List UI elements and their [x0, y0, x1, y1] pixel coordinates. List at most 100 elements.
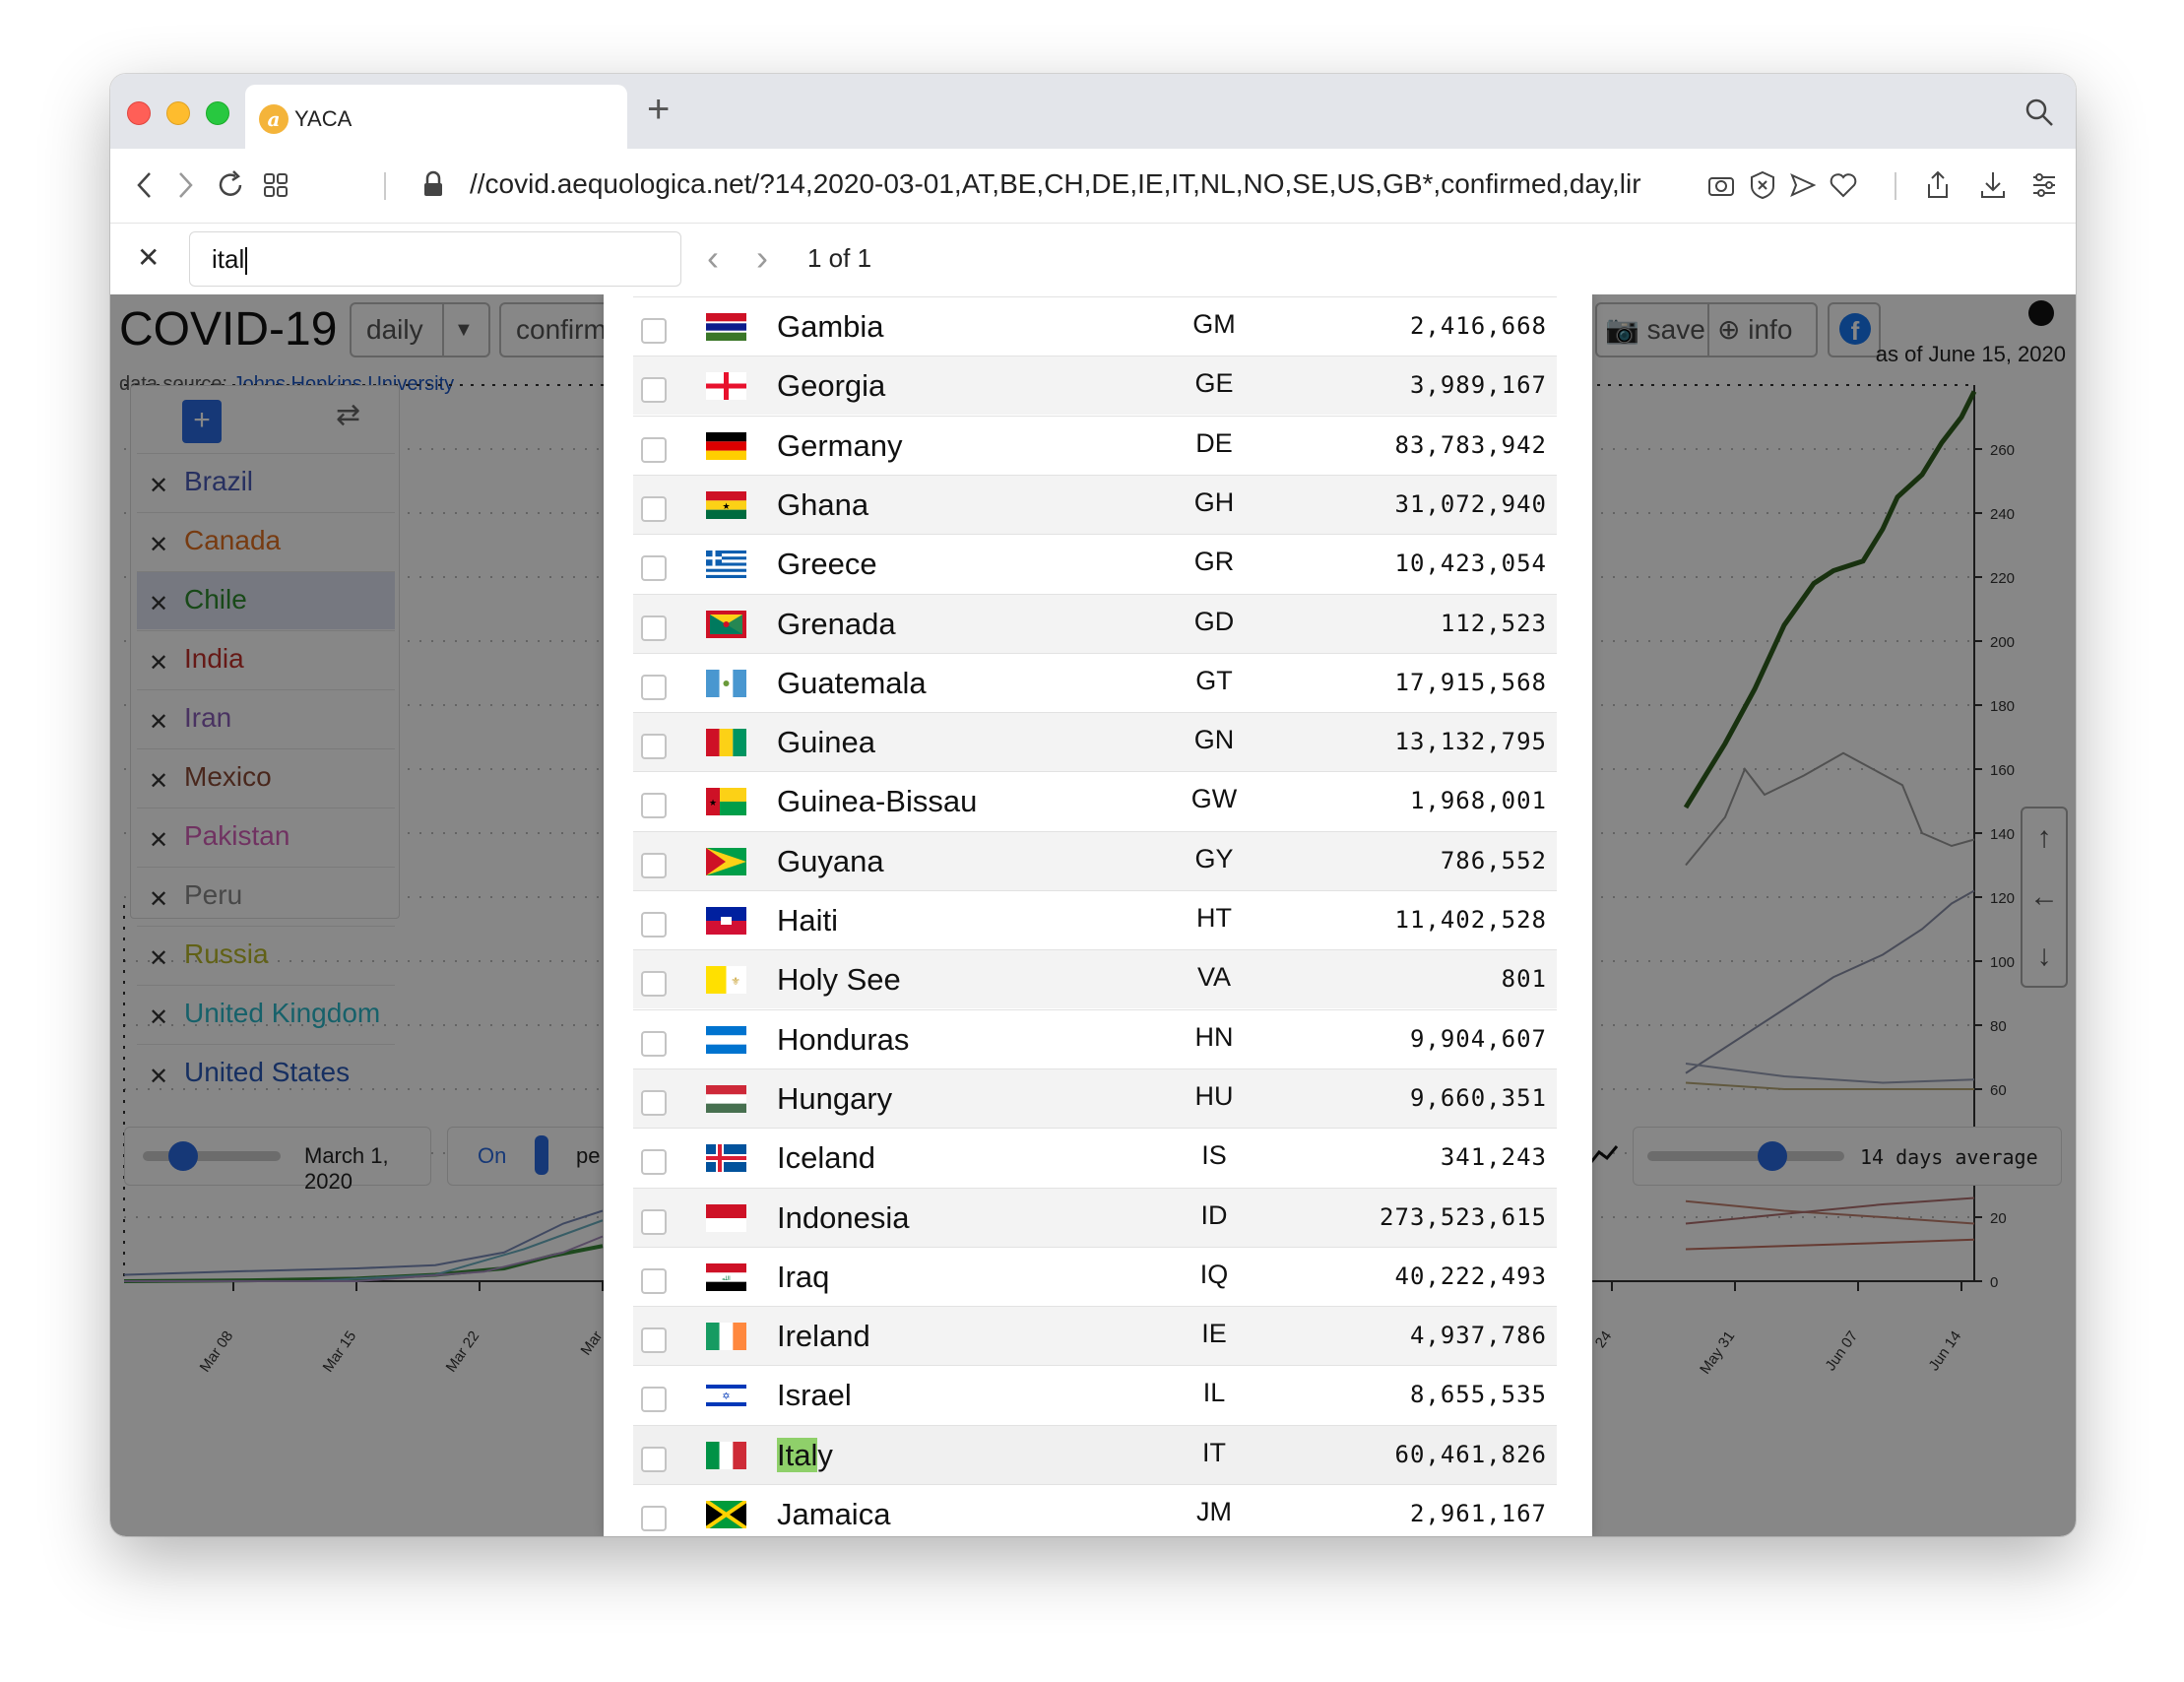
country-population: 8,655,535: [1409, 1381, 1547, 1409]
speed-dial-icon[interactable]: [258, 167, 293, 203]
share-icon[interactable]: [1920, 167, 1956, 203]
zoom-window-button[interactable]: [206, 101, 229, 125]
find-query: ital: [212, 244, 245, 274]
country-option-row[interactable]: Gambia GM 2,416,668: [633, 296, 1557, 356]
country-option-row[interactable]: Iceland IS 341,243: [633, 1128, 1557, 1187]
country-code: HN: [1194, 1021, 1234, 1052]
country-option-row[interactable]: Guyana GY 786,552: [633, 830, 1557, 890]
svg-text:⚜: ⚜: [731, 976, 740, 988]
country-checkbox[interactable]: [641, 674, 667, 700]
country-option-row[interactable]: Germany DE 83,783,942: [633, 415, 1557, 475]
search-tabs-icon[interactable]: [2024, 97, 2054, 127]
country-population: 10,423,054: [1394, 550, 1547, 578]
country-checkbox[interactable]: [641, 793, 667, 819]
lock-icon[interactable]: [416, 167, 451, 203]
country-population: 60,461,826: [1394, 1440, 1547, 1468]
new-tab-button[interactable]: +: [647, 88, 670, 132]
country-checkbox[interactable]: [641, 318, 667, 344]
country-population: 2,416,668: [1409, 312, 1547, 340]
country-population: 11,402,528: [1394, 906, 1547, 934]
country-option-row[interactable]: الله Iraq IQ 40,222,493: [633, 1246, 1557, 1306]
find-input[interactable]: ital: [189, 231, 681, 287]
forward-icon[interactable]: [167, 167, 203, 203]
flag-iq-icon: الله: [706, 1262, 746, 1292]
address-bar: //covid.aequologica.net/?14,2020-03-01,A…: [110, 149, 2076, 224]
country-population: 786,552: [1440, 846, 1547, 874]
page-content: COVID-19 daily ▼ confirm 📷 save ⊕ info f…: [110, 294, 2076, 1536]
country-option-row[interactable]: Haiti HT 11,402,528: [633, 890, 1557, 949]
svg-text:✡: ✡: [722, 1391, 730, 1402]
back-icon[interactable]: [128, 167, 163, 203]
svg-text:★: ★: [709, 798, 717, 808]
download-icon[interactable]: [1975, 167, 2011, 203]
flag-gn-icon: [706, 729, 747, 757]
country-population: 4,937,786: [1409, 1322, 1547, 1350]
send-icon[interactable]: [1784, 167, 1820, 203]
country-code: IE: [1201, 1319, 1227, 1349]
country-name: Israel: [777, 1378, 852, 1413]
country-checkbox[interactable]: [641, 1506, 667, 1531]
camera-icon[interactable]: [1703, 167, 1739, 203]
country-population: 341,243: [1440, 1143, 1547, 1172]
country-option-row[interactable]: Jamaica JM 2,961,167: [633, 1484, 1557, 1536]
country-option-row[interactable]: ★ Guinea-Bissau GW 1,968,001: [633, 771, 1557, 830]
country-checkbox[interactable]: [641, 912, 667, 938]
country-checkbox[interactable]: [641, 852, 667, 878]
ad-blocker-icon[interactable]: [1745, 167, 1780, 203]
active-tab[interactable]: a YACA: [245, 85, 627, 149]
minimize-window-button[interactable]: [166, 101, 190, 125]
country-option-row[interactable]: Guatemala GT 17,915,568: [633, 652, 1557, 712]
flag-ge-icon: [706, 372, 746, 401]
country-code: VA: [1196, 962, 1231, 993]
flag-gm-icon: [706, 313, 746, 342]
country-code: IL: [1202, 1378, 1226, 1408]
flag-it-icon: [706, 1441, 747, 1469]
country-option-row[interactable]: Honduras HN 9,904,607: [633, 1008, 1557, 1068]
country-option-row[interactable]: ★ Ghana GH 31,072,940: [633, 474, 1557, 534]
country-option-row[interactable]: ✡ Israel IL 8,655,535: [633, 1365, 1557, 1424]
country-checkbox[interactable]: [641, 1089, 667, 1116]
country-name: Guatemala: [777, 665, 927, 700]
close-find-icon[interactable]: ✕: [137, 241, 160, 274]
find-previous-icon[interactable]: ‹: [707, 237, 719, 279]
country-option-row[interactable]: Georgia GE 3,989,167: [633, 356, 1557, 416]
country-checkbox[interactable]: [641, 615, 667, 641]
country-checkbox[interactable]: [641, 495, 667, 522]
country-checkbox[interactable]: [641, 1446, 667, 1472]
country-option-row[interactable]: Italy IT 60,461,826: [633, 1424, 1557, 1484]
flag-gr-icon: [706, 550, 746, 579]
heart-icon[interactable]: [1826, 167, 1861, 203]
country-checkbox[interactable]: [641, 1208, 667, 1235]
country-code: IQ: [1199, 1259, 1229, 1289]
text-caret: [245, 247, 248, 276]
country-option-row[interactable]: Ireland IE 4,937,786: [633, 1306, 1557, 1366]
country-checkbox[interactable]: [641, 1149, 667, 1176]
find-next-icon[interactable]: ›: [756, 237, 768, 279]
country-name: Italy: [777, 1437, 833, 1473]
country-checkbox[interactable]: [641, 1327, 667, 1354]
country-name: Greece: [777, 547, 877, 582]
country-checkbox[interactable]: [641, 555, 667, 582]
country-checkbox[interactable]: [641, 1030, 667, 1057]
country-checkbox[interactable]: [641, 734, 667, 760]
country-checkbox[interactable]: [641, 436, 667, 463]
country-population: 40,222,493: [1394, 1262, 1547, 1290]
country-option-row[interactable]: Greece GR 10,423,054: [633, 534, 1557, 593]
country-name: Ireland: [777, 1319, 870, 1354]
reload-icon[interactable]: [213, 167, 248, 203]
close-window-button[interactable]: [127, 101, 151, 125]
country-name: Holy See: [777, 962, 901, 998]
country-option-row[interactable]: ⚜ Holy See VA 801: [633, 949, 1557, 1009]
country-option-row[interactable]: Guinea GN 13,132,795: [633, 712, 1557, 772]
settings-menu-icon[interactable]: [2026, 167, 2062, 203]
country-code: GR: [1193, 547, 1235, 577]
country-checkbox[interactable]: [641, 971, 667, 998]
country-checkbox[interactable]: [641, 1387, 667, 1413]
flag-va-icon: ⚜: [706, 966, 746, 995]
country-option-row[interactable]: Hungary HU 9,660,351: [633, 1067, 1557, 1128]
country-option-row[interactable]: Indonesia ID 273,523,615: [633, 1187, 1557, 1247]
country-option-row[interactable]: Grenada GD 112,523: [633, 593, 1557, 653]
country-checkbox[interactable]: [641, 377, 667, 404]
url-field[interactable]: //covid.aequologica.net/?14,2020-03-01,A…: [470, 168, 1641, 200]
country-checkbox[interactable]: [641, 1267, 667, 1294]
